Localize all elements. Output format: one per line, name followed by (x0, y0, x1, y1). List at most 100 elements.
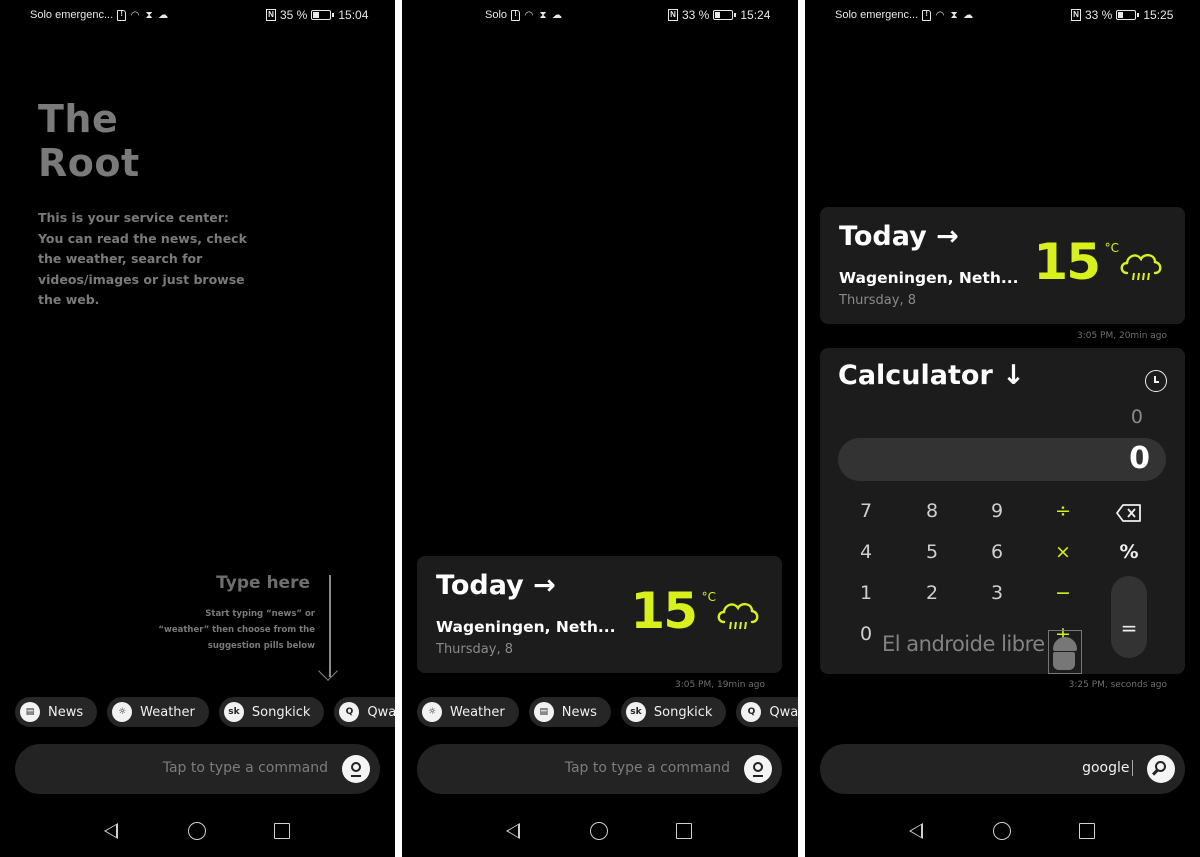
qwant-icon: Q (741, 702, 762, 722)
battery-percent: 35 % (280, 8, 308, 22)
nav-bar (0, 807, 395, 857)
backspace-icon (1116, 504, 1141, 522)
weather-date: Thursday, 8 (436, 642, 513, 657)
pill-label: News (48, 704, 84, 720)
calculator-title[interactable]: Calculator ↓ (838, 360, 1025, 391)
news-icon: ▤ (20, 702, 40, 722)
battery-fill (313, 12, 320, 18)
weather-updated: 3:05 PM, 19min ago (674, 680, 765, 690)
calculator-result: 0 (1129, 441, 1150, 476)
recents-icon[interactable] (676, 823, 692, 839)
weather-card[interactable]: Today → Wageningen, Neth... Thursday, 8 … (820, 207, 1185, 324)
pill-qwant[interactable]: Q Qwant (334, 697, 395, 727)
key-6[interactable]: 6 (977, 541, 1017, 563)
key-equals[interactable]: = (1111, 576, 1147, 658)
app-title-line2: Root (38, 141, 140, 185)
voice-button[interactable] (744, 755, 772, 783)
carrier-label: Solo emergenc... (835, 9, 919, 21)
weather-temperature: 15 (630, 582, 698, 640)
recents-icon[interactable] (1079, 823, 1095, 839)
key-9[interactable]: 9 (977, 500, 1017, 522)
battery-icon (1116, 10, 1140, 20)
pill-weather[interactable]: ☼ Weather (107, 697, 209, 727)
key-backspace[interactable] (1109, 504, 1149, 527)
pill-news[interactable]: ▤ News (528, 697, 611, 727)
voice-button[interactable] (342, 755, 370, 783)
home-icon[interactable] (590, 822, 608, 840)
pill-qwant[interactable]: Q Qwant (736, 697, 798, 727)
pill-label: Weather (140, 704, 195, 720)
key-3[interactable]: 3 (977, 582, 1017, 604)
battery-fill (715, 12, 721, 18)
hourglass-icon: ⧗ (539, 9, 547, 21)
pill-songkick[interactable]: sk Songkick (218, 697, 325, 727)
mic-icon (351, 762, 361, 777)
key-1[interactable]: 1 (846, 582, 886, 604)
wifi-icon: ◠ (935, 9, 945, 21)
pill-label: Qwant (367, 704, 395, 720)
pill-weather[interactable]: ☼ Weather (417, 697, 519, 727)
intro-description: This is your service center: You can rea… (38, 210, 247, 307)
wifi-icon: ◠ (130, 9, 140, 21)
nfc-icon: N (1071, 9, 1081, 21)
back-icon[interactable] (909, 823, 923, 839)
history-clock-icon[interactable] (1145, 370, 1167, 392)
search-button[interactable] (1147, 755, 1175, 783)
status-bar: Solo ! ◠ ⧗ ☁ N 33 % 15:24 (402, 0, 798, 30)
key-0[interactable]: 0 (846, 623, 886, 645)
weather-temperature: 15 (1033, 233, 1101, 291)
calculator-card: Calculator ↓ 0 0 7 8 9 ÷ 4 5 6 ×% 1 2 3−0 + = (820, 348, 1185, 674)
cloud-icon: ☁ (963, 9, 974, 21)
command-input[interactable]: Tap to type a command (15, 744, 380, 794)
key-label: = (1120, 616, 1138, 640)
calculator-previous: 0 (1130, 406, 1143, 428)
sim-alert-icon: ! (511, 9, 521, 21)
clock: 15:04 (338, 8, 369, 22)
key-minus[interactable]: − (1043, 582, 1083, 604)
pill-label: Songkick (653, 704, 713, 720)
songkick-icon: sk (223, 702, 244, 722)
nfc-icon: N (668, 9, 678, 21)
key-divide[interactable]: ÷ (1043, 500, 1083, 522)
key-5[interactable]: 5 (912, 541, 952, 563)
calculator-updated: 3:25 PM, seconds ago (1068, 680, 1167, 690)
type-here-heading: Type here (216, 573, 310, 593)
key-multiply[interactable]: × (1043, 541, 1083, 563)
weather-updated: 3:05 PM, 20min ago (1076, 331, 1167, 341)
key-2[interactable]: 2 (912, 582, 952, 604)
back-icon[interactable] (104, 823, 118, 839)
sim-alert-icon: ! (922, 9, 932, 21)
search-icon (1155, 761, 1166, 772)
down-arrow-head (318, 661, 338, 681)
hourglass-icon: ⧗ (145, 9, 153, 21)
recents-icon[interactable] (274, 823, 290, 839)
hourglass-icon: ⧗ (950, 9, 958, 21)
pill-news[interactable]: ▤ News (15, 697, 98, 727)
weather-title[interactable]: Today → (839, 221, 959, 252)
cloud-icon: ☁ (158, 9, 169, 21)
nav-bar (805, 807, 1200, 857)
back-icon[interactable] (506, 823, 520, 839)
status-bar: Solo emergenc... ! ◠ ⧗ ☁ N 35 % 15:04 (0, 0, 395, 30)
nfc-icon: N (266, 9, 276, 21)
command-input[interactable]: google (820, 744, 1185, 794)
pill-label: Qwant (769, 704, 798, 720)
weather-title[interactable]: Today → (436, 570, 556, 601)
battery-percent: 33 % (1085, 8, 1113, 22)
carrier-label: Solo emergenc... (30, 9, 114, 21)
battery-percent: 33 % (682, 8, 710, 22)
key-4[interactable]: 4 (846, 541, 886, 563)
watermark-text: El androide libre (882, 632, 1045, 656)
app-title-line1: The (38, 97, 119, 141)
home-icon[interactable] (188, 822, 206, 840)
key-percent[interactable]: % (1109, 541, 1149, 563)
home-icon[interactable] (993, 822, 1011, 840)
key-8[interactable]: 8 (912, 500, 952, 522)
screen-root-intro: Solo emergenc... ! ◠ ⧗ ☁ N 35 % 15:04 Th… (0, 0, 395, 857)
command-input[interactable]: Tap to type a command (417, 744, 782, 794)
pill-songkick[interactable]: sk Songkick (620, 697, 727, 727)
pill-label: Weather (450, 704, 505, 720)
battery-icon (713, 10, 737, 20)
weather-card[interactable]: Today → Wageningen, Neth... Thursday, 8 … (417, 556, 782, 673)
key-7[interactable]: 7 (846, 500, 886, 522)
